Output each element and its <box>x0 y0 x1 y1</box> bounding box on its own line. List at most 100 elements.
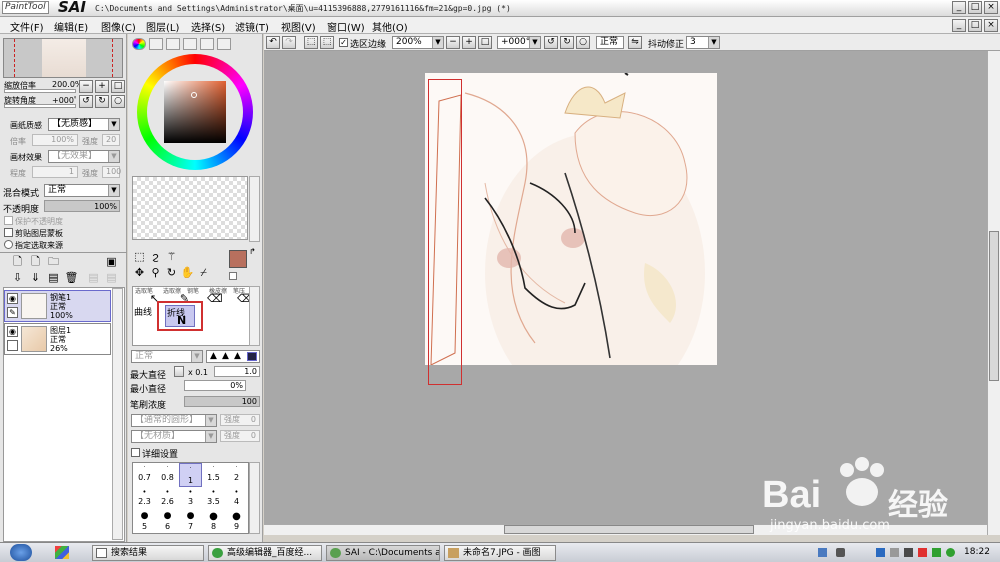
brush-tip-selector[interactable]: ▲ ▲ ▲ <box>206 350 260 363</box>
merge-layer-icon[interactable]: ⇓ <box>28 271 43 285</box>
tip-hard-icon[interactable]: ▲ <box>210 351 217 361</box>
eye-icon[interactable]: ◉ <box>7 326 18 337</box>
task-paint[interactable]: 未命名7.JPG - 画图 <box>444 545 556 561</box>
rotate-right-button[interactable]: ↻ <box>95 95 109 108</box>
undo-icon[interactable]: ↶ <box>266 36 280 49</box>
tray-icon[interactable] <box>818 548 827 557</box>
blend-mode-select[interactable]: 正常 ▼ <box>44 184 120 197</box>
rotate-reset-button[interactable]: ○ <box>111 95 125 108</box>
eye-icon[interactable]: ◉ <box>7 293 18 304</box>
brush-mode-select[interactable]: 正常 ▼ <box>131 350 203 363</box>
tip-soft-icon[interactable]: ▲ <box>234 351 241 361</box>
detail-settings-checkbox[interactable] <box>131 448 140 457</box>
clear-layer-icon[interactable]: ▤ <box>46 271 61 285</box>
shape-strength-field[interactable]: 强度 0 <box>220 414 260 426</box>
menu-window[interactable]: 窗口(W) <box>327 19 365 34</box>
zoom-in-button[interactable]: + <box>95 80 109 93</box>
drawing-canvas[interactable] <box>425 73 717 365</box>
tray-icon[interactable] <box>890 548 899 557</box>
size-cell[interactable]: ● 5 <box>133 512 156 532</box>
doc-restore-button[interactable]: □ <box>968 19 982 32</box>
eraser-tool-icon[interactable]: ⌫ <box>207 292 223 306</box>
size-cell-selected[interactable]: · 1 <box>179 463 202 487</box>
rgb-slider-tab-icon[interactable] <box>149 38 163 50</box>
selection-edge-checkbox[interactable]: ✓ <box>339 38 348 47</box>
vertical-scroll-thumb[interactable] <box>989 231 999 381</box>
toolbar-rotate-left-button[interactable]: ↺ <box>544 36 558 49</box>
restore-button[interactable]: □ <box>968 1 982 14</box>
layer-mask-icon[interactable]: ▣ <box>104 255 119 269</box>
paste-layer-icon[interactable]: ▤ <box>104 271 119 285</box>
swatch-tab-icon[interactable] <box>183 38 197 50</box>
invert-select-icon[interactable]: ⬚ <box>320 36 334 49</box>
merge-down-icon[interactable]: ⇩ <box>10 271 25 285</box>
rotate-select[interactable]: +000° ▼ <box>497 36 541 49</box>
trash-icon[interactable]: 🗑 <box>64 271 79 285</box>
paper-effect-select[interactable]: 【无效果】 ▼ <box>48 150 120 163</box>
hsv-slider-tab-icon[interactable] <box>166 38 180 50</box>
new-layer-icon[interactable]: 🗋 <box>10 255 25 269</box>
size-cell[interactable]: · 0.8 <box>156 465 179 483</box>
effect-degree-field[interactable]: 1 <box>32 166 78 178</box>
tool-polyline-highlight[interactable]: 折线 N <box>157 301 203 331</box>
menu-select[interactable]: 选择(S) <box>191 19 225 34</box>
copy-layer-icon[interactable]: ▤ <box>86 271 101 285</box>
minimize-button[interactable]: _ <box>952 1 966 14</box>
new-folder-icon[interactable]: 🗀 <box>46 255 61 269</box>
tip-flat-icon[interactable] <box>247 352 257 361</box>
saturation-value-square[interactable] <box>164 81 226 143</box>
quicklaunch-icon[interactable] <box>55 546 69 559</box>
size-cell[interactable]: ● 9 <box>225 512 248 532</box>
lasso-icon[interactable]: ϩ <box>148 250 163 264</box>
color-cursor[interactable] <box>191 92 197 98</box>
menu-filter[interactable]: 滤镜(T) <box>235 19 269 34</box>
hand-icon[interactable]: ✋ <box>180 266 195 280</box>
paper-texture-select[interactable]: 【无质感】 ▼ <box>48 118 120 131</box>
view-mode-select[interactable]: 正常 <box>596 36 624 49</box>
menu-edit[interactable]: 编辑(E) <box>54 19 88 34</box>
rect-select-icon[interactable]: ⬚ <box>132 250 147 264</box>
rotate-left-button[interactable]: ↺ <box>79 95 93 108</box>
zoom-icon[interactable]: ⚲ <box>148 266 163 280</box>
texture-strength-field[interactable]: 强度 0 <box>220 430 260 442</box>
flip-icon[interactable]: ⇋ <box>628 36 642 49</box>
menu-image[interactable]: 图像(C) <box>101 19 136 34</box>
max-size-slider[interactable]: 1.0 <box>214 366 260 377</box>
horizontal-scroll-thumb[interactable] <box>504 525 754 534</box>
toolbar-zoom-reset-button[interactable]: □ <box>478 36 492 49</box>
swap-colors-icon[interactable]: ↱ <box>249 247 256 256</box>
tray-icon[interactable] <box>836 548 845 557</box>
zoom-slider[interactable] <box>4 89 76 93</box>
close-button[interactable]: × <box>984 1 998 14</box>
tray-icon[interactable] <box>918 548 927 557</box>
rotate-slider[interactable] <box>4 104 76 108</box>
toolbar-rotate-reset-button[interactable]: ○ <box>576 36 590 49</box>
tip-medium-icon[interactable]: ▲ <box>222 351 229 361</box>
size-cell[interactable]: ● 8 <box>202 512 225 532</box>
size-cell[interactable]: • 2.6 <box>156 489 179 507</box>
density-slider[interactable]: 100 <box>184 396 260 407</box>
primary-color-swatch[interactable] <box>229 250 247 268</box>
layer-row[interactable]: ◉ ✎ 钢笔1 正常 100% <box>4 290 111 322</box>
rotate-icon[interactable]: ↻ <box>164 266 179 280</box>
menu-view[interactable]: 视图(V) <box>281 19 316 34</box>
tool-curve[interactable]: 曲线 <box>134 305 152 318</box>
toolbar-zoom-in-button[interactable]: + <box>462 36 476 49</box>
move-icon[interactable]: ✥ <box>132 266 147 280</box>
scratchpad-scrollbar[interactable] <box>249 176 260 242</box>
size-cell[interactable]: • 4 <box>225 489 248 507</box>
task-browser[interactable]: 高级编辑器_百度经... <box>208 545 322 561</box>
size-cell[interactable]: · 2 <box>225 465 248 483</box>
layer-lock-box[interactable] <box>7 340 18 351</box>
canvas-vertical-scrollbar[interactable] <box>987 51 1000 535</box>
brush-texture-select[interactable]: 【无材质】 ▼ <box>131 430 217 443</box>
task-search-results[interactable]: 搜索结果 <box>92 545 204 561</box>
tool-grid-scrollbar[interactable] <box>249 286 260 346</box>
tray-icon[interactable] <box>876 548 885 557</box>
stabilizer-select[interactable]: 3 ▼ <box>686 36 720 49</box>
menu-other[interactable]: 其他(O) <box>372 19 408 34</box>
scratchpad[interactable] <box>132 176 248 240</box>
eyedropper-icon[interactable]: ⌿ <box>196 266 211 280</box>
volume-icon[interactable] <box>904 548 913 557</box>
zoom-reset-button[interactable]: □ <box>111 80 125 93</box>
